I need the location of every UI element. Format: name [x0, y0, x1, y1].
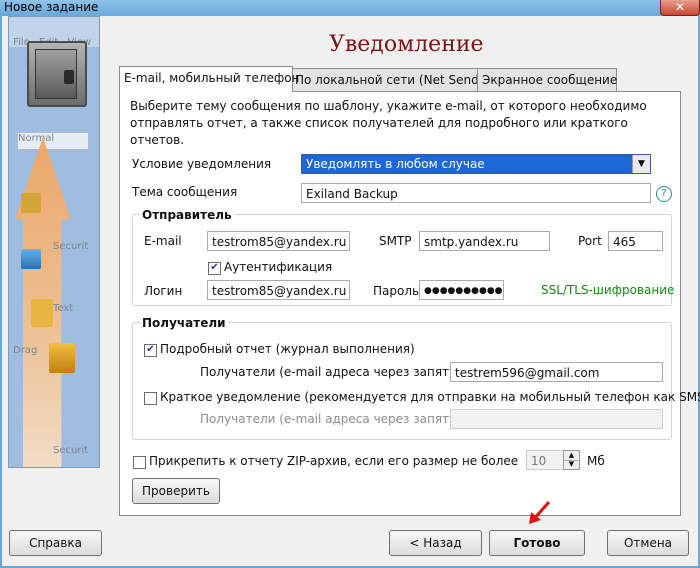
music-folder-icon	[31, 299, 53, 327]
zip-size-spinner[interactable]: ▲ ▼	[563, 450, 580, 470]
page-title: Уведомление	[329, 32, 484, 57]
chevron-down-icon[interactable]: ▼	[632, 155, 650, 173]
auth-label: Аутентификация	[224, 260, 333, 274]
auth-checkbox[interactable]: ✔	[208, 262, 221, 275]
short-notification-label: Краткое уведомление (рекомендуется для о…	[160, 390, 700, 404]
condition-select[interactable]: Уведомлять в любом случае ▼	[301, 154, 651, 174]
short-recipients-label: Получатели (e-mail адреса через запятую)	[200, 412, 471, 426]
short-notification-checkbox[interactable]	[144, 392, 157, 405]
tab-net-send[interactable]: По локальной сети (Net Send)	[290, 68, 483, 91]
back-button[interactable]: < Назад	[389, 530, 482, 556]
zip-size-input[interactable]: 10	[526, 450, 564, 470]
port-label: Port	[578, 234, 602, 248]
close-button[interactable]: ✕	[660, 0, 700, 16]
ghost-item-2: Text	[53, 303, 74, 314]
folder-icon	[21, 193, 41, 213]
ssl-tls-link[interactable]: SSL/TLS-шифрование	[541, 283, 674, 297]
zip-checkbox[interactable]	[133, 456, 146, 469]
title-bar: Новое задание ✕	[0, 0, 700, 16]
zip-label: Прикрепить к отчету ZIP-архив, если его …	[149, 454, 519, 468]
image-icon	[21, 249, 41, 269]
description-text: Выберите тему сообщения по шаблону, укаж…	[130, 99, 647, 147]
subject-input[interactable]: Exiland Backup	[301, 183, 651, 203]
safe-icon	[27, 41, 87, 107]
help-icon[interactable]: ?	[656, 186, 672, 202]
condition-label: Условие уведомления	[132, 157, 272, 171]
help-button[interactable]: Справка	[9, 530, 102, 556]
check-button[interactable]: Проверить	[132, 478, 220, 504]
up-arrow-illustration	[15, 137, 71, 467]
wizard-illustration: File Edit View Normal Securit Text Drag …	[8, 16, 100, 468]
done-button[interactable]: Готово	[489, 530, 585, 556]
email-label: E-mail	[144, 234, 182, 248]
video-folder-icon	[49, 343, 75, 373]
login-label: Логин	[144, 284, 183, 298]
detailed-report-checkbox[interactable]: ✔	[144, 344, 157, 357]
zip-unit-label: Мб	[587, 454, 605, 468]
spin-down-icon[interactable]: ▼	[564, 460, 579, 469]
detailed-recipients-label: Получатели (e-mail адреса через запятую)	[200, 365, 471, 379]
smtp-input[interactable]: smtp.yandex.ru	[419, 231, 550, 251]
recipients-title: Получатели	[140, 316, 228, 330]
password-input[interactable]: ●●●●●●●●●●●●	[419, 280, 504, 300]
smtp-label: SMTP	[379, 234, 412, 248]
cancel-button[interactable]: Отмена	[607, 530, 689, 556]
annotation-arrow-icon	[529, 501, 551, 524]
sender-title: Отправитель	[140, 208, 234, 222]
detailed-recipients-input[interactable]: testrem596@gmail.com	[450, 362, 663, 382]
tab-email-mobile[interactable]: E-mail, мобильный телефон	[119, 66, 299, 92]
subject-label: Тема сообщения	[132, 185, 238, 199]
window-title: Новое задание	[4, 0, 99, 14]
port-input[interactable]: 465	[608, 231, 663, 251]
ghost-item-3: Securit	[53, 445, 89, 456]
login-input[interactable]: testrom85@yandex.ru	[207, 280, 350, 300]
short-recipients-input[interactable]	[450, 409, 663, 429]
email-input[interactable]: testrom85@yandex.ru	[207, 231, 350, 251]
condition-value: Уведомлять в любом случае	[306, 157, 485, 171]
tab-screen-message[interactable]: Экранное сообщение	[477, 68, 617, 91]
ghost-item-1: Securit	[53, 241, 89, 252]
detailed-report-label: Подробный отчет (журнал выполнения)	[160, 342, 415, 356]
ghost-field: Normal	[17, 132, 89, 150]
password-label: Пароль	[373, 284, 420, 298]
tab-page-email: Выберите тему сообщения по шаблону, укаж…	[119, 91, 700, 516]
